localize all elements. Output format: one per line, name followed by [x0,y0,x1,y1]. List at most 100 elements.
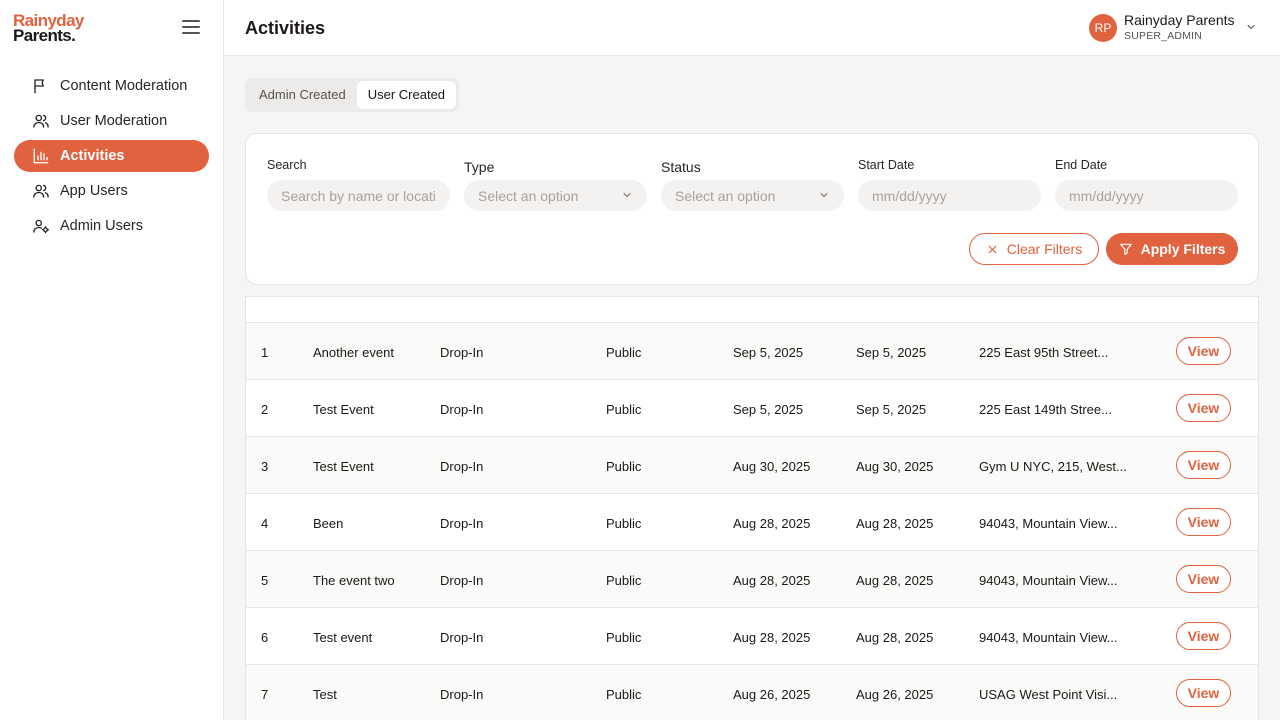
close-icon [986,243,1007,256]
cell-start: Aug 28, 2025 [733,573,811,588]
sidebar-item-app-users[interactable]: App Users [14,175,209,207]
view-button[interactable]: View [1176,451,1231,479]
cell-type: Drop-In [440,573,484,588]
cell-type: Drop-In [440,687,484,702]
cell-end: Aug 26, 2025 [856,687,934,702]
status-label: Status [661,159,701,175]
cell-idx: 4 [261,516,269,531]
start-date-input[interactable] [872,187,1027,204]
table-body: 1 Another event Drop-In Public Sep 5, 2025 Se… [246,323,1258,720]
bar-chart-icon [32,147,50,165]
chevron-down-icon [1245,20,1257,38]
flag-icon [32,77,50,95]
cell-name: The event two [313,573,395,588]
cell-end: Aug 30, 2025 [856,459,934,474]
sidebar-item-admin-users[interactable]: Admin Users [14,210,209,242]
filter-panel: Search Type Select an option Status Sele… [245,133,1259,285]
cell-name: Test [313,687,337,702]
cell-name: Been [313,516,344,531]
cell-name: Test Event [313,459,374,474]
cell-end: Sep 5, 2025 [856,402,927,417]
end-date-label: End Date [1055,158,1108,172]
end-date-wrap [1055,180,1238,211]
brand-logo[interactable]: Rainyday Parents. [13,12,84,45]
type-label: Type [464,159,495,175]
sidebar-nav: Content Moderation User Moderation Activ… [14,70,209,245]
table-row: 5 The event two Drop-In Public Aug 28, 2025 A… [246,551,1258,608]
cell-type: Drop-In [440,630,484,645]
chevron-down-icon [621,188,633,204]
view-button[interactable]: View [1176,679,1231,707]
cell-end: Aug 28, 2025 [856,630,934,645]
cell-start: Sep 5, 2025 [733,402,804,417]
top-header: Activities RP Rainyday Parents SUPER_ADM… [224,0,1280,56]
cell-type: Drop-In [440,516,484,531]
user-info: Rainyday Parents SUPER_ADMIN [1124,12,1235,43]
sidebar-item-activities[interactable]: Activities [14,140,209,172]
user-menu[interactable]: RP Rainyday Parents SUPER_ADMIN [1089,12,1257,43]
sidebar-item-user-moderation[interactable]: User Moderation [14,105,209,137]
cell-name: Another event [313,345,394,360]
cell-start: Aug 26, 2025 [733,687,811,702]
sidebar-item-label: Content Moderation [60,78,188,94]
avatar: RP [1089,13,1117,42]
type-select-value: Select an option [478,187,579,204]
cell-visibility: Public [606,345,642,360]
cell-idx: 7 [261,687,269,702]
table-row: 3 Test Event Drop-In Public Aug 30, 2025 Aug … [246,437,1258,494]
user-role: SUPER_ADMIN [1124,30,1203,42]
view-button[interactable]: View [1176,565,1231,593]
clear-filters-button[interactable]: Clear Filters [969,233,1099,265]
view-button[interactable]: View [1176,508,1231,536]
sidebar-item-label: User Moderation [60,113,168,129]
cell-idx: 5 [261,573,269,588]
table-row: 6 Test event Drop-In Public Aug 28, 2025 Aug … [246,608,1258,665]
sidebar-item-label: App Users [60,183,128,199]
user-name: Rainyday Parents [1124,12,1235,28]
cell-start: Sep 5, 2025 [733,345,804,360]
users-icon [32,182,50,200]
hamburger-menu-icon[interactable] [182,20,200,36]
tab-admin-created[interactable]: Admin Created [248,81,357,109]
table-row: 4 Been Drop-In Public Aug 28, 2025 Aug 28, 20… [246,494,1258,551]
status-select[interactable]: Select an option [661,180,844,211]
view-button[interactable]: View [1176,622,1231,650]
cell-type: Drop-In [440,459,484,474]
apply-filters-label: Apply Filters [1140,241,1226,257]
cell-location: 94043, Mountain View... [979,630,1118,645]
view-button[interactable]: View [1176,394,1231,422]
end-date-input[interactable] [1069,187,1224,204]
brand-logo-line2: Parents. [13,26,76,45]
start-date-wrap [858,180,1041,211]
cell-start: Aug 30, 2025 [733,459,811,474]
search-input[interactable] [281,187,436,204]
cell-visibility: Public [606,459,642,474]
clear-filters-label: Clear Filters [1006,241,1083,257]
cell-end: Sep 5, 2025 [856,345,927,360]
brand-bar: Rainyday Parents. [0,0,223,56]
cell-idx: 3 [261,459,269,474]
tab-user-created[interactable]: User Created [356,81,457,109]
cell-location: 225 East 149th Stree... [979,402,1112,417]
cell-visibility: Public [606,402,642,417]
type-select[interactable]: Select an option [464,180,647,211]
cell-idx: 2 [261,402,269,417]
activities-table: 1 Another event Drop-In Public Sep 5, 2025 Se… [245,296,1259,720]
table-row: 7 Test Drop-In Public Aug 26, 2025 Aug 26, 20… [246,665,1258,720]
cell-name: Test event [313,630,373,645]
cell-visibility: Public [606,630,642,645]
cell-start: Aug 28, 2025 [733,516,811,531]
sidebar-item-content-moderation[interactable]: Content Moderation [14,70,209,102]
users-icon [32,112,50,130]
sidebar-item-label: Admin Users [60,218,143,234]
cell-idx: 1 [261,345,269,360]
view-button[interactable]: View [1176,337,1231,365]
apply-filters-button[interactable]: Apply Filters [1106,233,1238,265]
filter-icon [1119,242,1141,256]
table-row: 1 Another event Drop-In Public Sep 5, 2025 Se… [246,323,1258,380]
cell-location: Gym U NYC, 215, West... [979,459,1127,474]
cell-end: Aug 28, 2025 [856,516,934,531]
table-row: 2 Test Event Drop-In Public Sep 5, 2025 Sep 5… [246,380,1258,437]
cell-location: 94043, Mountain View... [979,573,1118,588]
cell-visibility: Public [606,516,642,531]
